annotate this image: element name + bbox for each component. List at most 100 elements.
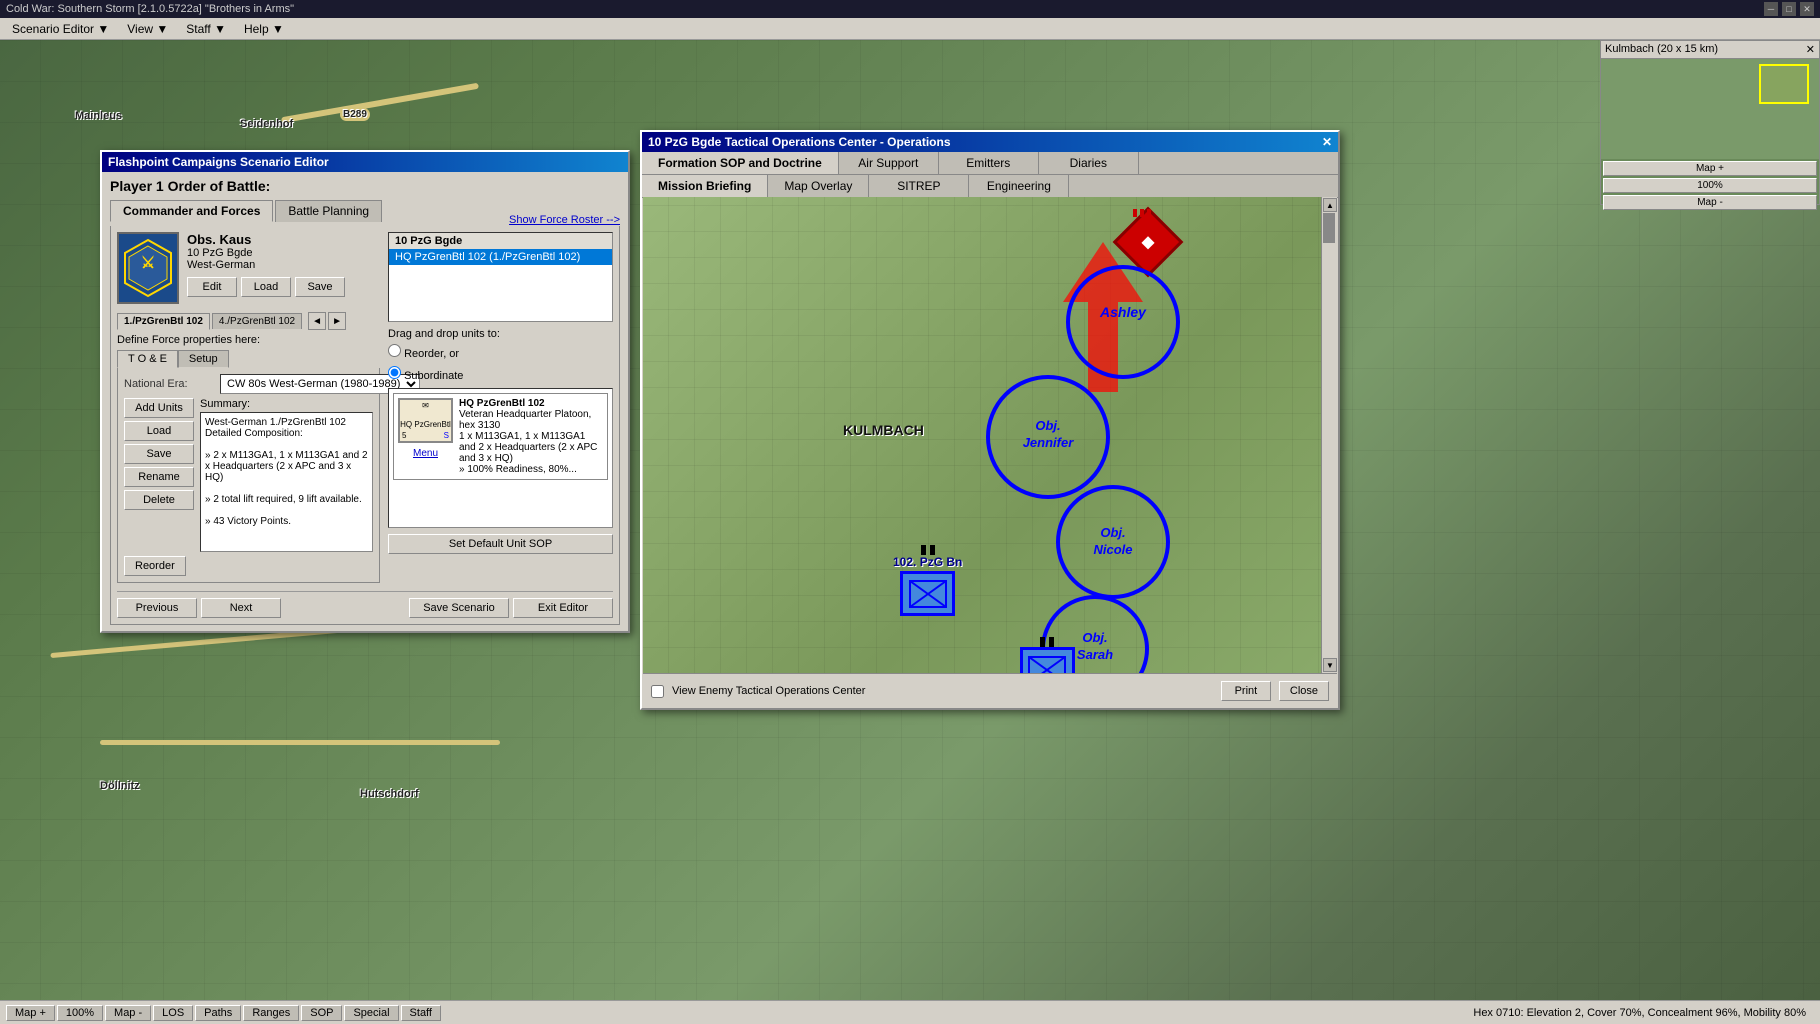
menu-help[interactable]: Help ▼	[236, 20, 292, 38]
mini-map-plus[interactable]: Map +	[1603, 161, 1817, 176]
sub-tab-setup[interactable]: Setup	[178, 350, 229, 368]
close-button[interactable]: ✕	[1800, 2, 1814, 16]
toc-map[interactable]: KULMBACH ◆	[643, 197, 1337, 673]
toc-close-icon[interactable]: ✕	[1322, 135, 1332, 149]
load-force-button[interactable]: Load	[124, 421, 194, 441]
scrollbar-down[interactable]: ▼	[1323, 658, 1337, 672]
rename-button[interactable]: Rename	[124, 467, 194, 487]
status-map-minus[interactable]: Map -	[105, 1005, 151, 1021]
previous-button[interactable]: Previous	[117, 598, 197, 618]
set-default-sop-button[interactable]: Set Default Unit SOP	[388, 534, 613, 554]
status-zoom[interactable]: 100%	[57, 1005, 103, 1021]
menu-staff[interactable]: Staff ▼	[178, 20, 234, 38]
sub-tab-toe[interactable]: T O & E	[117, 350, 178, 368]
status-los[interactable]: LOS	[153, 1005, 193, 1021]
close-toc-button[interactable]: Close	[1279, 681, 1329, 701]
scrollbar-thumb[interactable]	[1323, 213, 1335, 243]
unit-card: ✉ HQ PzGrenBtl 5 S Menu HQ PzGr	[393, 393, 608, 480]
minimize-button[interactable]: ─	[1764, 2, 1778, 16]
force-tab-1[interactable]: 1./PzGrenBtl 102	[117, 313, 210, 330]
status-staff[interactable]: Staff	[401, 1005, 441, 1021]
menu-view[interactable]: View ▼	[119, 20, 176, 38]
toc-map-scrollbar[interactable]: ▲ ▼	[1321, 197, 1337, 673]
svg-text:Obj.: Obj.	[1082, 630, 1107, 645]
tab-battle-planning[interactable]: Battle Planning	[275, 200, 382, 222]
national-era-row: National Era: CW 80s West-German (1980-1…	[124, 374, 373, 394]
radio-row: Reorder, or	[388, 344, 613, 360]
exit-editor-button[interactable]: Exit Editor	[513, 598, 613, 618]
scrollbar-up[interactable]: ▲	[1323, 198, 1337, 212]
force-prev-icon[interactable]: ◄	[308, 312, 326, 330]
show-force-roster-link[interactable]: Show Force Roster -->	[509, 214, 620, 226]
toc-tab-air-support[interactable]: Air Support	[839, 152, 939, 174]
toc-tab-emitters[interactable]: Emitters	[939, 152, 1039, 174]
menu-scenario-editor[interactable]: Scenario Editor ▼	[4, 20, 117, 38]
summary-box-area: Summary: West-German 1./PzGrenBtl 102 De…	[200, 398, 373, 552]
pzg-pips	[921, 545, 935, 555]
crest-badge: ⚔	[117, 232, 179, 304]
force-item-hq[interactable]: HQ PzGrenBtl 102 (1./PzGrenBtl 102)	[389, 249, 612, 265]
unit-detail-3: » 100% Readiness, 80%...	[459, 464, 603, 475]
save-button[interactable]: Save	[295, 277, 345, 297]
menu-label[interactable]: Menu	[398, 445, 453, 459]
toc-tab-diaries[interactable]: Diaries	[1039, 152, 1139, 174]
mini-map-zoom[interactable]: 100%	[1603, 178, 1817, 193]
pzg-bn-unit: 102. PzG Bn	[893, 555, 962, 616]
force-tab-2[interactable]: 4./PzGrenBtl 102	[212, 313, 302, 329]
reorder-button[interactable]: Reorder	[124, 556, 186, 576]
commander-name: Obs. Kaus	[187, 232, 345, 247]
status-sop[interactable]: SOP	[301, 1005, 342, 1021]
save-scenario-button[interactable]: Save Scenario	[409, 598, 509, 618]
maximize-button[interactable]: □	[1782, 2, 1796, 16]
content-columns: ⚔ Obs. Kaus 10 PzG Bgde West-German Edit…	[117, 232, 613, 583]
radio-subordinate-label[interactable]: Subordinate	[388, 366, 463, 382]
radio-subordinate[interactable]	[388, 366, 401, 379]
nav-buttons-left: Previous Next	[117, 598, 281, 618]
set-default-sop-area: Set Default Unit SOP	[388, 534, 613, 554]
radio-reorder[interactable]	[388, 344, 401, 357]
mini-map-minus[interactable]: Map -	[1603, 195, 1817, 210]
mini-map-close[interactable]: ✕	[1806, 43, 1815, 56]
status-paths[interactable]: Paths	[195, 1005, 241, 1021]
menu-bar: Scenario Editor ▼ View ▼ Staff ▼ Help ▼	[0, 18, 1820, 40]
delete-button[interactable]: Delete	[124, 490, 194, 510]
save-force-button[interactable]: Save	[124, 444, 194, 464]
commander-section: ⚔ Obs. Kaus 10 PzG Bgde West-German Edit…	[117, 232, 380, 304]
view-enemy-toc-checkbox[interactable]	[651, 685, 664, 698]
map-label-seidenhof: Seidenhof	[240, 118, 293, 130]
print-button[interactable]: Print	[1221, 681, 1271, 701]
status-map-plus[interactable]: Map +	[6, 1005, 55, 1021]
commander-nation: West-German	[187, 259, 345, 271]
toc-tab-mission-briefing[interactable]: Mission Briefing	[642, 175, 768, 197]
next-button[interactable]: Next	[201, 598, 281, 618]
load-button[interactable]: Load	[241, 277, 291, 297]
toc-title-bar: 10 PzG Bgde Tactical Operations Center -…	[642, 132, 1338, 152]
toc-map-background: KULMBACH ◆	[643, 197, 1337, 673]
nicole-svg: Obj. Nicole	[1053, 482, 1173, 602]
window-controls[interactable]: ─ □ ✕	[1764, 2, 1814, 16]
mini-map: Kulmbach (20 x 15 km) ✕ Map + 100% Map -	[1600, 40, 1820, 205]
left-column: ⚔ Obs. Kaus 10 PzG Bgde West-German Edit…	[117, 232, 380, 583]
status-ranges[interactable]: Ranges	[243, 1005, 299, 1021]
tab-commander-forces[interactable]: Commander and Forces	[110, 200, 273, 222]
obj-nicole-circle: Obj. Nicole	[1053, 482, 1173, 602]
radio-reorder-label[interactable]: Reorder, or	[388, 344, 459, 360]
mini-map-image[interactable]	[1601, 59, 1819, 159]
view-enemy-toc-label: View Enemy Tactical Operations Center	[672, 685, 865, 697]
force-list[interactable]: 10 PzG Bgde HQ PzGrenBtl 102 (1./PzGrenB…	[388, 232, 613, 322]
order-of-battle-heading: Player 1 Order of Battle:	[110, 178, 620, 194]
toc-tab-formation-sop[interactable]: Formation SOP and Doctrine	[642, 152, 839, 174]
app-title: Cold War: Southern Storm [2.1.0.5722a] "…	[6, 3, 294, 15]
define-force-label: Define Force properties here:	[117, 334, 380, 346]
cav-symbol	[1020, 647, 1075, 673]
add-units-button[interactable]: Add Units	[124, 398, 194, 418]
toc-tab-engineering[interactable]: Engineering	[969, 175, 1069, 197]
toc-tab-sitrep[interactable]: SITREP	[869, 175, 969, 197]
toc-tab-map-overlay[interactable]: Map Overlay	[768, 175, 869, 197]
crest-svg: ⚔	[123, 238, 173, 298]
force-next-icon[interactable]: ►	[328, 312, 346, 330]
svg-text:⚔: ⚔	[141, 255, 155, 272]
status-special[interactable]: Special	[344, 1005, 398, 1021]
toc-tab-row-2: Mission Briefing Map Overlay SITREP Engi…	[642, 175, 1338, 198]
edit-button[interactable]: Edit	[187, 277, 237, 297]
